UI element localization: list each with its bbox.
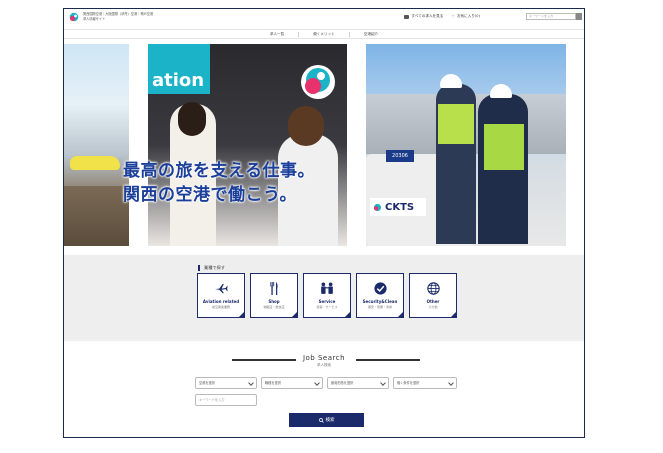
airport-select-value: 空港を選択	[199, 381, 215, 385]
search-button-label: 検索	[325, 418, 335, 423]
category-label-en: Shop	[268, 299, 280, 304]
helmet-image	[490, 84, 512, 98]
keyword-input[interactable]: キーワードを入力	[195, 394, 257, 406]
chevron-down-icon	[448, 380, 454, 386]
employment-type-select[interactable]: 雇用形態を選択	[327, 377, 389, 389]
category-card-shop[interactable]: Shop 物販店・飲食店	[250, 273, 298, 318]
search-button[interactable]: 検索	[289, 413, 364, 427]
header-search-button[interactable]	[576, 13, 582, 20]
category-label-ja: その他	[428, 305, 438, 309]
hero-slider[interactable]: ation 20306 CKTS 最高の旅を支える仕事。 関西の空港で働こう。	[64, 40, 584, 255]
ckts-brand-sign: CKTS	[370, 198, 426, 216]
safety-vest-image	[438, 104, 474, 144]
job-search-subtitle: 求人検索	[317, 363, 331, 367]
list-icon	[404, 14, 410, 19]
category-label-en: Other	[426, 299, 440, 304]
brand-mark-image	[301, 65, 335, 99]
hero-tagline-line1: 最高の旅を支える仕事。	[123, 161, 315, 181]
info-sign-image: ation	[148, 44, 210, 94]
nav-item-job-list[interactable]: 求人一覧	[256, 32, 298, 37]
site-logo[interactable]	[69, 12, 79, 23]
category-label-ja: 航空関連業務	[211, 305, 230, 309]
nav-item-merits[interactable]: 働くメリット	[298, 31, 349, 37]
check-circle-icon	[373, 281, 387, 295]
job-type-select[interactable]: 職種を選択	[261, 377, 323, 389]
airplane-icon	[214, 281, 228, 295]
category-label-en: Security&Clean	[362, 299, 398, 304]
category-card-security[interactable]: Security&Clean 保安・警備・清掃	[356, 273, 404, 318]
category-card-service[interactable]: Service 接客・サービス	[303, 273, 351, 318]
conditions-select-value: 働く条件を選択	[397, 381, 420, 385]
hero-tagline-line2: 関西の空港で働こう。	[123, 185, 297, 205]
hero-slide-ground-staff: 20306 CKTS	[366, 44, 566, 246]
globe-icon	[426, 281, 440, 295]
tarmac-image	[64, 186, 129, 246]
browser-page: 関西国際空港｜大阪国際（伊丹）空港｜神戸空港 求人情報サイト すべての求人を見る…	[63, 8, 585, 438]
traveler-head-image	[288, 106, 324, 146]
safety-vest-image	[484, 124, 524, 170]
conditions-select[interactable]: 働く条件を選択	[393, 377, 457, 389]
all-jobs-label: すべての求人を見る	[411, 14, 444, 18]
heart-icon: ♡	[451, 14, 455, 19]
staff-head-image	[178, 102, 206, 136]
helmet-image	[440, 74, 462, 88]
employment-type-select-value: 雇用形態を選択	[331, 381, 354, 385]
site-name: 関西国際空港｜大阪国際（伊丹）空港｜神戸空港 求人情報サイト	[83, 12, 193, 21]
site-header: 関西国際空港｜大阪国際（伊丹）空港｜神戸空港 求人情報サイト すべての求人を見る…	[64, 9, 584, 27]
category-section-title: 業種で探す	[198, 265, 225, 271]
airplane-image	[70, 156, 120, 170]
people-icon	[319, 281, 335, 295]
site-name-line2: 求人情報サイト	[83, 16, 106, 21]
chevron-down-icon	[248, 380, 254, 386]
airport-select[interactable]: 空港を選択	[195, 377, 257, 389]
vehicle-plate: 20306	[386, 150, 414, 162]
global-nav: 求人一覧 働くメリット 空港紹介	[64, 29, 584, 39]
category-card-aviation[interactable]: Aviation related 航空関連業務	[197, 273, 245, 318]
search-icon	[318, 417, 324, 423]
category-label-en: Service	[318, 299, 336, 304]
header-search-input[interactable]: キーワードを入力	[526, 13, 576, 20]
category-label-ja: 接客・サービス	[316, 305, 338, 309]
favorites-link[interactable]: ♡ お気に入り(0)	[451, 14, 480, 19]
favorites-label: お気に入り(0)	[456, 14, 480, 18]
header-links: すべての求人を見る ♡ お気に入り(0)	[404, 14, 480, 19]
hero-slide-staff-greeting: ation	[148, 44, 347, 246]
category-label-ja: 保安・警備・清掃	[367, 305, 392, 309]
job-type-select-value: 職種を選択	[265, 381, 281, 385]
chevron-down-icon	[380, 380, 386, 386]
category-card-other[interactable]: Other その他	[409, 273, 457, 318]
info-sign-text: ation	[152, 70, 205, 91]
ckts-brand-text: CKTS	[385, 201, 415, 213]
hero-slide-airport-runway	[64, 44, 129, 246]
all-jobs-link[interactable]: すべての求人を見る	[404, 14, 443, 19]
category-label-ja: 物販店・飲食店	[263, 305, 285, 309]
fork-knife-icon	[269, 281, 279, 295]
hero-tagline: 最高の旅を支える仕事。 関西の空港で働こう。	[123, 161, 315, 206]
chevron-down-icon	[314, 380, 320, 386]
job-search-title: Job Search	[302, 354, 346, 362]
ckts-logo-icon	[373, 203, 382, 211]
category-label-en: Aviation related	[202, 299, 240, 304]
category-section: 業種で探す Aviation related 航空関連業務 Shop 物販店・飲…	[64, 255, 584, 341]
nav-item-airports[interactable]: 空港紹介	[348, 31, 392, 37]
job-search-section: Job Search 求人検索 空港を選択 職種を選択 雇用形態を選択 働く条件…	[64, 341, 584, 437]
